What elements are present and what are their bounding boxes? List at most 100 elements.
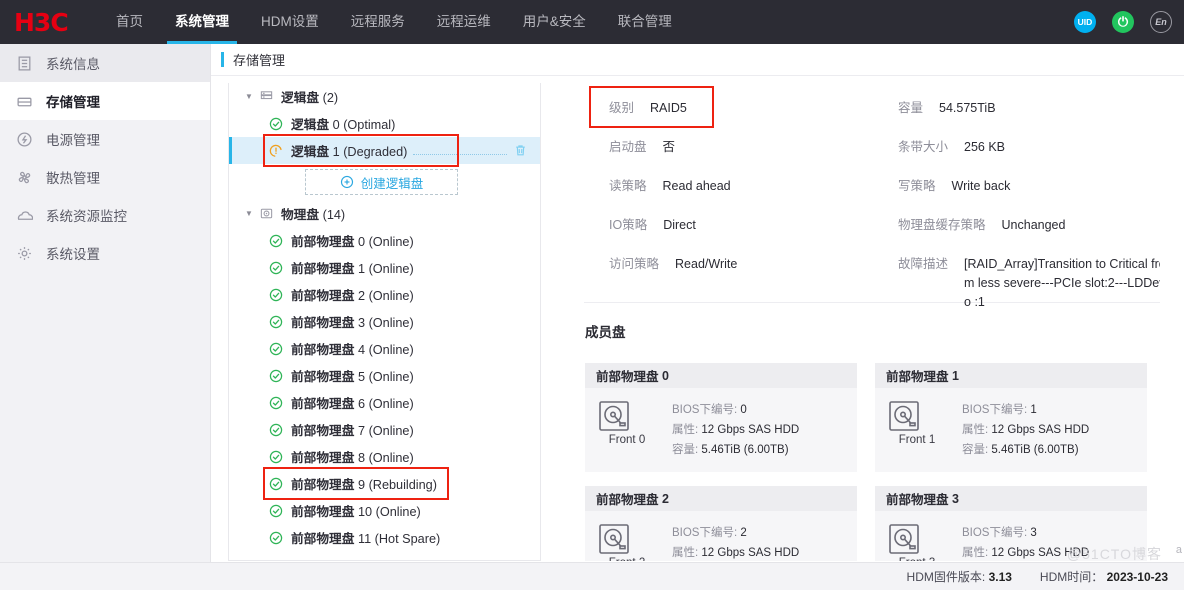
hdd-icon: [596, 398, 658, 434]
sidebar-item-1[interactable]: 存储管理: [0, 82, 210, 120]
tree-item-1-6[interactable]: 前部物理盘 6 (Online): [229, 389, 540, 416]
disk-attribute: 属性: 12 Gbps SAS HDD: [962, 547, 1090, 559]
trash-icon[interactable]: [513, 143, 528, 158]
member-disk-card[interactable]: 前部物理盘 0 Front 0 BIOS下编号: 0 属性: 12 Gbps SAS …: [585, 363, 857, 472]
hdd-icon: [596, 521, 658, 557]
tree-item-1-1[interactable]: 前部物理盘 1 (Online): [229, 254, 540, 281]
tree-item-label: 前部物理盘 10 (Online): [291, 505, 421, 519]
member-disk-title: 前部物理盘 0: [585, 363, 857, 388]
tree-item-1-2[interactable]: 前部物理盘 2 (Online): [229, 281, 540, 308]
member-disks-title: 成员盘: [585, 325, 626, 340]
tree-item-label: 前部物理盘 6 (Online): [291, 397, 414, 411]
uid-indicator-button[interactable]: UID: [1074, 11, 1096, 33]
ok-icon: [269, 423, 283, 437]
sidebar-item-5[interactable]: 系统设置: [0, 234, 210, 272]
logical-disk-detail-panel: 级别 RAID5 容量 54.575TiB 启动盘 否 条带大小 256 KB 读策略 Read …: [560, 83, 1184, 561]
h3c-logo[interactable]: H3C: [0, 8, 100, 37]
ok-icon: [269, 342, 283, 356]
nav-tab-1[interactable]: 系统管理: [159, 0, 245, 44]
tree-group-1[interactable]: ▼ 物理盘 (14): [229, 200, 540, 227]
ok-icon: [269, 531, 283, 545]
hdd-icon: [886, 398, 948, 434]
bios-number: BIOS下编号: 3: [962, 527, 1037, 539]
tree-item-1-7[interactable]: 前部物理盘 7 (Online): [229, 416, 540, 443]
property-value: 否: [662, 140, 676, 154]
nav-tab-3[interactable]: 远程服务: [335, 0, 421, 44]
tree-item-1-8[interactable]: 前部物理盘 8 (Online): [229, 443, 540, 470]
tree-item-1-5[interactable]: 前部物理盘 5 (Online): [229, 362, 540, 389]
tree-item-0-1[interactable]: 逻辑盘 1 (Degraded): [229, 137, 540, 164]
ok-icon: [269, 504, 283, 518]
property-value: RAID5: [650, 101, 687, 115]
gear-icon: [16, 245, 33, 262]
sidebar-item-2[interactable]: 电源管理: [0, 120, 210, 158]
member-disk-card[interactable]: 前部物理盘 3 Front 3 BIOS下编号: 3 属性: 12 Gbps SAS …: [875, 486, 1147, 561]
hdd-icon: [886, 521, 948, 557]
property-label: 故障描述: [898, 257, 949, 271]
disk-slot-caption: Front 1: [898, 434, 936, 446]
member-disk-card[interactable]: 前部物理盘 2 Front 2 BIOS下编号: 2 属性: 12 Gbps SAS …: [585, 486, 857, 561]
tree-item-1-3[interactable]: 前部物理盘 3 (Online): [229, 308, 540, 335]
member-disk-card[interactable]: 前部物理盘 1 Front 1 BIOS下编号: 1 属性: 12 Gbps SAS …: [875, 363, 1147, 472]
top-navbar: H3C 首页 系统管理 HDM设置 远程服务 远程运维 用户&安全 联合管理 UID ⏻ E…: [0, 0, 1184, 44]
power-icon: [16, 131, 33, 148]
member-disk-body: Front 0 BIOS下编号: 0 属性: 12 Gbps SAS HDD 容量: …: [585, 388, 857, 472]
chevron-down-icon[interactable]: ▼: [245, 92, 254, 101]
chevron-down-icon[interactable]: ▼: [245, 209, 254, 218]
logical-disk-icon: [259, 89, 274, 104]
language-button[interactable]: En: [1150, 11, 1172, 33]
bios-number: BIOS下编号: 2: [672, 527, 747, 539]
tree-group-label: 逻辑盘 (2): [281, 91, 339, 105]
tree-item-label: 前部物理盘 11 (Hot Spare): [291, 532, 441, 546]
property-label: 访问策略: [609, 257, 660, 271]
tree-item-label: 逻辑盘 1 (Degraded): [291, 145, 408, 159]
tree-item-0-0[interactable]: 逻辑盘 0 (Optimal): [229, 110, 540, 137]
sidebar-item-0[interactable]: 系统信息: [0, 44, 210, 82]
property-label: 级别: [609, 101, 635, 115]
tree-group-0[interactable]: ▼ 逻辑盘 (2): [229, 83, 540, 110]
ok-icon: [269, 477, 283, 491]
member-disk-body: Front 2BIOS下编号: 2属性: 12 Gbps SAS HDD容量: …: [585, 511, 857, 561]
member-disk-title: 前部物理盘 3: [875, 486, 1147, 511]
disk-icon-block: Front 3: [886, 521, 948, 561]
nav-tab-2[interactable]: HDM设置: [245, 0, 335, 44]
property-cell: 容量 54.575TiB: [874, 97, 1160, 116]
sidebar-item-label: 散热管理: [46, 171, 100, 186]
property-value: 54.575TiB: [939, 101, 996, 115]
disk-icon-block: Front 1: [886, 398, 948, 460]
hdm-time: HDM时间： 2023-10-23: [1039, 570, 1168, 584]
disk-tree-panel[interactable]: ▼ 逻辑盘 (2) 逻辑盘 0 (Optimal) 逻辑盘 1 (Degraded) 创…: [228, 83, 541, 561]
warning-icon: [269, 144, 283, 158]
tree-item-1-9[interactable]: 前部物理盘 9 (Rebuilding): [229, 470, 540, 497]
tree-item-label: 前部物理盘 1 (Online): [291, 262, 414, 276]
tree-item-1-0[interactable]: 前部物理盘 0 (Online): [229, 227, 540, 254]
footer-bar: HDM固件版本: 3.13 HDM时间： 2023-10-23: [0, 562, 1184, 590]
property-label: 启动盘: [609, 140, 647, 154]
tree-item-1-10[interactable]: 前部物理盘 10 (Online): [229, 497, 540, 524]
main-nav: 首页 系统管理 HDM设置 远程服务 远程运维 用户&安全 联合管理: [100, 0, 688, 44]
disk-attributes: BIOS下编号: 1 属性: 12 Gbps SAS HDD 容量: 5.46TiB…: [962, 398, 1089, 460]
nav-tab-5[interactable]: 用户&安全: [507, 0, 602, 44]
property-value: Read/Write: [675, 257, 738, 271]
disk-slot-caption: Front 3: [886, 557, 948, 561]
property-cell: 故障描述 [RAID_Array]Transition to Critical f…: [874, 253, 1160, 312]
sidebar-item-label: 系统信息: [46, 57, 100, 72]
plus-circle-icon: [340, 175, 354, 189]
tree-item-label: 前部物理盘 9 (Rebuilding): [291, 478, 437, 492]
power-button[interactable]: ⏻: [1112, 11, 1134, 33]
sidebar-item-3[interactable]: 散热管理: [0, 158, 210, 196]
nav-tab-4[interactable]: 远程运维: [421, 0, 507, 44]
property-label: 读策略: [609, 179, 647, 193]
tree-item-label: 逻辑盘 0 (Optimal): [291, 118, 396, 132]
tree-item-1-11[interactable]: 前部物理盘 11 (Hot Spare): [229, 524, 540, 551]
create-logical-disk-button[interactable]: 创建逻辑盘: [305, 169, 458, 195]
property-label: 条带大小: [898, 140, 949, 154]
disk-attribute: 属性: 12 Gbps SAS HDD: [672, 424, 800, 436]
member-disk-list: 前部物理盘 0 Front 0 BIOS下编号: 0 属性: 12 Gbps SAS …: [585, 363, 1165, 561]
tree-item-1-4[interactable]: 前部物理盘 4 (Online): [229, 335, 540, 362]
disk-attribute: 属性: 12 Gbps SAS HDD: [672, 547, 800, 559]
sidebar-item-4[interactable]: 系统资源监控: [0, 196, 210, 234]
property-row: 启动盘 否 条带大小 256 KB: [584, 136, 1160, 175]
nav-tab-0[interactable]: 首页: [100, 0, 159, 44]
nav-tab-6[interactable]: 联合管理: [602, 0, 688, 44]
